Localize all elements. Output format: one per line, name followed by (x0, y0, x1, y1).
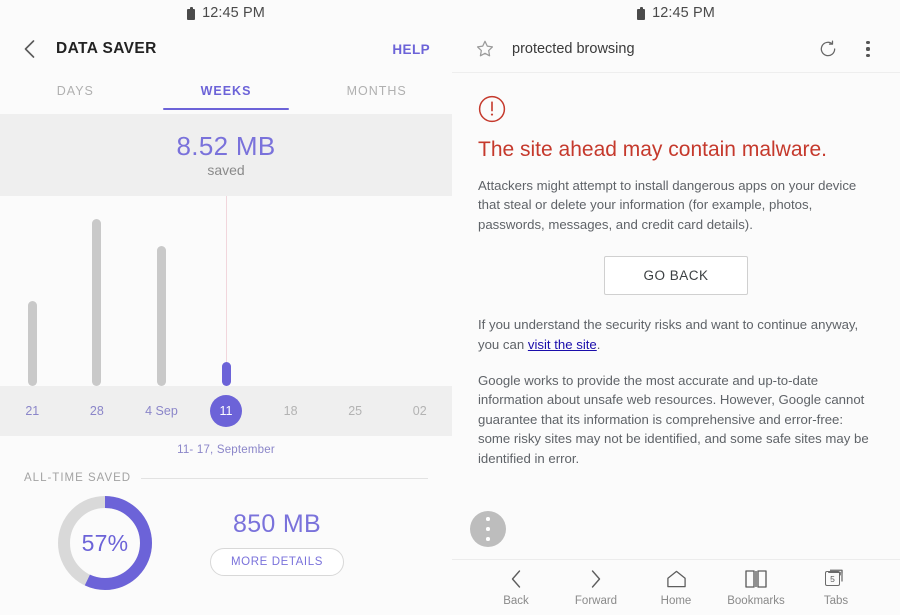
chevron-left-icon (509, 568, 523, 590)
exclamation-circle-icon (478, 95, 506, 123)
chart-bar[interactable] (156, 246, 166, 386)
all-time-saved-header: ALL-TIME SAVED (0, 456, 452, 484)
warning-body: Attackers might attempt to install dange… (478, 177, 857, 232)
chevron-right-icon (589, 568, 603, 590)
date-tick-label: 25 (348, 404, 363, 418)
nav-bookmarks-label: Bookmarks (727, 595, 785, 607)
date-tick-label: 11 (219, 404, 233, 418)
date-tick-6[interactable]: 02 (387, 404, 452, 418)
divider (141, 477, 428, 479)
nav-tabs-label: Tabs (823, 595, 849, 607)
nav-tabs-button[interactable]: 5 Tabs (796, 568, 876, 607)
nav-forward-button[interactable]: Forward (556, 568, 636, 607)
date-tick-4[interactable]: 18 (258, 404, 323, 418)
date-tick-3[interactable]: 11 (194, 395, 259, 427)
nav-bookmarks-button[interactable]: Bookmarks (716, 568, 796, 607)
nav-back-button[interactable]: Back (476, 568, 556, 607)
back-chevron-icon[interactable] (16, 36, 42, 62)
help-button[interactable]: HELP (392, 42, 430, 57)
date-tick-2[interactable]: 4 Sep (129, 404, 194, 418)
date-tick-label: 02 (412, 404, 427, 418)
donut-chart-wrap: 57% (0, 494, 210, 592)
tab-months[interactable]: MONTHS (301, 72, 452, 110)
note-suffix: . (596, 337, 601, 352)
screenshot-root: 12:45 PM DATA SAVER HELP DAYS WEEKS MONT… (0, 0, 900, 615)
date-tick-label: 28 (89, 404, 104, 418)
floating-menu-button[interactable] (470, 511, 506, 547)
status-bar-time: 12:45 PM (652, 5, 715, 21)
chart-bar[interactable] (27, 301, 37, 386)
chart-selection-guide (225, 196, 227, 386)
battery-icon (637, 6, 646, 20)
warning-title: The site ahead may contain malware. (478, 138, 828, 161)
go-back-row: GO BACK (478, 256, 874, 296)
home-icon (666, 568, 687, 590)
status-bar-time: 12:45 PM (202, 5, 265, 21)
data-usage-bar-chart[interactable] (0, 196, 452, 386)
all-time-stats: 850 MB MORE DETAILS (210, 510, 344, 576)
chart-bar[interactable] (92, 219, 102, 386)
date-tick-1[interactable]: 28 (65, 404, 130, 418)
date-tick-label: 4 Sep (145, 404, 178, 418)
summary-band: 8.52 MB saved (0, 114, 452, 203)
data-saver-panel: 12:45 PM DATA SAVER HELP DAYS WEEKS MONT… (0, 0, 452, 615)
tabs-icon: 5 (825, 568, 847, 590)
tabs-count-badge: 5 (825, 571, 840, 586)
date-range-label: 11- 17, September (177, 444, 275, 456)
continue-anyway-note: If you understand the security risks and… (478, 315, 874, 354)
browser-bottom-nav: Back Forward Home Bookmarks 5 Tabs (452, 559, 900, 615)
app-bar: DATA SAVER HELP (0, 26, 452, 72)
donut-percent-label: 57% (81, 529, 129, 556)
star-outline-icon[interactable] (474, 38, 496, 60)
chart-bar[interactable] (221, 361, 231, 386)
page-title: DATA SAVER (56, 40, 157, 57)
battery-icon (187, 6, 196, 20)
savings-donut-chart: 57% (56, 494, 154, 592)
security-warning: The site ahead may contain malware. Atta… (452, 73, 900, 468)
page-title-label: protected browsing (512, 41, 635, 57)
date-tick-0[interactable]: 21 (0, 404, 65, 418)
tab-days[interactable]: DAYS (0, 72, 151, 110)
visit-the-site-link[interactable]: visit the site (528, 337, 597, 352)
date-tick-label: 18 (283, 404, 298, 418)
reload-icon[interactable] (816, 37, 840, 61)
chart-plot-area (0, 196, 452, 386)
warning-disclaimer: Google works to provide the most accurat… (478, 372, 869, 466)
date-tick-label: 21 (25, 404, 40, 418)
go-back-button[interactable]: GO BACK (604, 256, 748, 296)
date-tick-5[interactable]: 25 (323, 404, 388, 418)
status-bar-right: 12:45 PM (452, 0, 900, 26)
all-time-saved-body: 57% 850 MB MORE DETAILS (0, 484, 452, 592)
nav-home-button[interactable]: Home (636, 568, 716, 607)
all-time-saved-label: ALL-TIME SAVED (24, 472, 132, 484)
all-time-saved-value: 850 MB (233, 510, 321, 538)
browser-toolbar: protected browsing (452, 26, 900, 72)
kebab-menu-icon[interactable] (856, 37, 880, 61)
more-details-button[interactable]: MORE DETAILS (210, 548, 344, 576)
nav-forward-label: Forward (574, 595, 618, 607)
tab-weeks[interactable]: WEEKS (151, 72, 302, 110)
summary-value: 8.52 MB (176, 131, 276, 162)
summary-label: saved (207, 161, 245, 178)
period-tabs: DAYS WEEKS MONTHS (0, 72, 452, 110)
bookmarks-icon (744, 568, 768, 590)
date-strip[interactable]: 21 28 4 Sep 11 18 25 02 (0, 386, 452, 436)
browser-panel: 12:45 PM protected browsing The site ahe… (452, 0, 900, 615)
status-bar-left: 12:45 PM (0, 0, 452, 26)
nav-home-label: Home (660, 595, 692, 607)
nav-back-label: Back (503, 595, 529, 607)
kebab-menu-icon (486, 516, 490, 543)
